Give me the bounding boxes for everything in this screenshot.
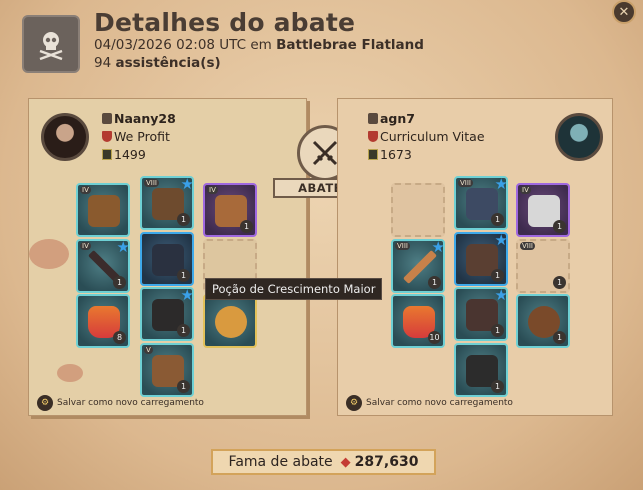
- quantity-badge: 1: [491, 269, 504, 282]
- blood-splatter-decoration: [29, 239, 69, 269]
- tier-label: V: [144, 346, 153, 354]
- assists-count: 94 assistência(s): [94, 55, 221, 71]
- item-power-icon: [102, 149, 112, 160]
- victim-mount-slot[interactable]: 1: [454, 343, 508, 397]
- tier-label: VIII: [144, 179, 159, 187]
- guild-shield-icon: [102, 131, 112, 142]
- killer-name: Naany28: [102, 111, 176, 126]
- tier-label: IV: [80, 186, 91, 194]
- tier-label: VIII: [458, 179, 473, 187]
- enchant-star-icon: ★: [494, 176, 508, 193]
- victim-food-slot[interactable]: 1: [516, 294, 570, 348]
- victim-cape-slot[interactable]: IV 1: [516, 183, 570, 237]
- victim-chest-slot[interactable]: ★ 1: [454, 232, 508, 286]
- victim-head-slot[interactable]: VIII ★ 1: [454, 176, 508, 230]
- enchant-star-icon: ★: [494, 232, 508, 249]
- enchant-star-icon: ★: [180, 287, 194, 304]
- item-tooltip: Poção de Crescimento Maior: [205, 278, 383, 300]
- save-loadout-label: Salvar como novo carregamento: [366, 398, 513, 408]
- killer-guild-text: We Profit: [114, 129, 170, 144]
- enchant-star-icon: ★: [431, 239, 445, 256]
- save-icon: ⚙: [346, 395, 362, 411]
- tier-label: VIII: [520, 242, 535, 250]
- bag-icon: [88, 195, 120, 227]
- victim-name-text: agn7: [380, 111, 415, 126]
- victim-avatar: [555, 113, 603, 161]
- tier-label: IV: [80, 242, 91, 250]
- page-title: Detalhes do abate: [94, 8, 356, 37]
- killer-chest-slot[interactable]: 1: [140, 232, 194, 286]
- close-icon: ✕: [618, 4, 630, 20]
- save-icon: ⚙: [37, 395, 53, 411]
- quantity-badge: 1: [553, 276, 566, 289]
- quantity-badge: 1: [177, 213, 190, 226]
- quantity-badge: 8: [113, 331, 126, 344]
- kill-location: Battlebrae Flatland: [276, 37, 424, 53]
- quantity-badge: 1: [553, 331, 566, 344]
- victim-ip-text: 1673: [380, 147, 412, 162]
- victim-item-power: 1673: [368, 147, 412, 162]
- quantity-badge: 1: [177, 269, 190, 282]
- victim-save-loadout-button[interactable]: ⚙ Salvar como novo carregamento: [346, 395, 513, 411]
- quantity-badge: 1: [177, 380, 190, 393]
- fame-label: Fama de abate: [228, 454, 333, 470]
- victim-guild: Curriculum Vitae: [368, 129, 485, 144]
- enchant-star-icon: ★: [180, 176, 194, 193]
- enchant-star-icon: ★: [116, 239, 130, 256]
- killer-food-slot[interactable]: [203, 294, 257, 348]
- food-bowl-icon: [215, 306, 247, 338]
- killer-guild: We Profit: [102, 129, 170, 144]
- player-icon: [102, 113, 112, 124]
- item-power-icon: [368, 149, 378, 160]
- guild-shield-icon: [368, 131, 378, 142]
- fame-value: 287,630: [354, 454, 419, 470]
- save-loadout-label: Salvar como novo carregamento: [57, 398, 204, 408]
- quantity-badge: 1: [491, 324, 504, 337]
- victim-guild-text: Curriculum Vitae: [380, 129, 485, 144]
- victim-weapon-slot[interactable]: VIII ★ 1: [391, 239, 445, 293]
- victim-offhand-slot[interactable]: VIII 1: [516, 239, 570, 293]
- assists-label: assistência(s): [115, 55, 221, 71]
- killer-mount-slot[interactable]: V 1: [140, 343, 194, 397]
- quantity-badge: 10: [428, 331, 441, 344]
- quantity-badge: 1: [553, 220, 566, 233]
- killer-save-loadout-button[interactable]: ⚙ Salvar como novo carregamento: [37, 395, 204, 411]
- killer-avatar: [41, 113, 89, 161]
- killer-item-power: 1499: [102, 147, 146, 162]
- kill-fame-bar: Fama de abate ◆ 287,630: [211, 449, 436, 475]
- killer-shoes-slot[interactable]: ★ 1: [140, 287, 194, 341]
- killer-head-slot[interactable]: VIII ★ 1: [140, 176, 194, 230]
- kill-date-location: 04/03/2026 02:08 UTC em Battlebrae Flatl…: [94, 37, 424, 53]
- quantity-badge: 1: [113, 276, 126, 289]
- quantity-badge: 1: [177, 324, 190, 337]
- assists-number: 94: [94, 55, 112, 71]
- quantity-badge: 1: [491, 213, 504, 226]
- victim-potion-slot[interactable]: 10: [391, 294, 445, 348]
- quantity-badge: 1: [428, 276, 441, 289]
- close-button[interactable]: ✕: [612, 0, 636, 24]
- killer-cape-slot[interactable]: IV 1: [203, 183, 257, 237]
- killer-weapon-slot[interactable]: IV ★ 1: [76, 239, 130, 293]
- victim-name: agn7: [368, 111, 415, 126]
- killer-bag-slot[interactable]: IV: [76, 183, 130, 237]
- tier-label: IV: [520, 186, 531, 194]
- fame-icon: ◆: [340, 454, 351, 470]
- victim-shoes-slot[interactable]: ★ 1: [454, 287, 508, 341]
- enchant-star-icon: ★: [494, 287, 508, 304]
- victim-bag-slot-empty[interactable]: [391, 183, 445, 237]
- skull-crossbones-icon: [22, 15, 80, 73]
- player-icon: [368, 113, 378, 124]
- blood-splatter-decoration: [57, 364, 83, 382]
- killer-ip-text: 1499: [114, 147, 146, 162]
- tier-label: IV: [207, 186, 218, 194]
- killer-potion-slot[interactable]: 8: [76, 294, 130, 348]
- quantity-badge: 1: [491, 380, 504, 393]
- kill-date: 04/03/2026 02:08 UTC em: [94, 37, 272, 53]
- quantity-badge: 1: [240, 220, 253, 233]
- tier-label: VIII: [395, 242, 410, 250]
- killer-name-text: Naany28: [114, 111, 176, 126]
- kill-details-window: Detalhes do abate 04/03/2026 02:08 UTC e…: [0, 0, 643, 490]
